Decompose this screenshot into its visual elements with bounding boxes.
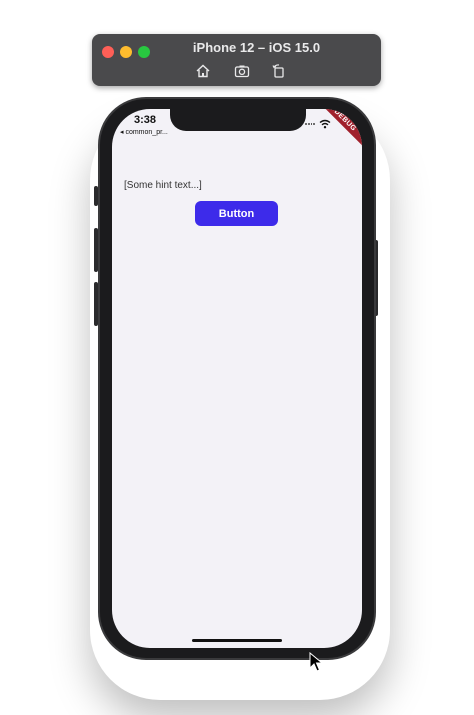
home-icon <box>196 64 210 78</box>
simulator-title-bar: iPhone 12 – iOS 15.0 <box>92 34 381 86</box>
hint-text: [Some hint text...] <box>124 180 202 191</box>
rotate-button[interactable] <box>270 62 288 80</box>
rotate-icon <box>272 64 284 78</box>
home-button[interactable] <box>194 62 212 80</box>
mouse-cursor-icon <box>309 652 323 672</box>
simulator-title: iPhone 12 – iOS 15.0 <box>192 40 321 55</box>
camera-icon <box>234 65 250 78</box>
status-time: 3:38 <box>134 114 157 126</box>
back-to-app-link[interactable]: ◂ common_pr... <box>120 128 168 136</box>
primary-button[interactable]: Button <box>195 201 278 226</box>
cellular-signal-icon <box>305 123 315 126</box>
phone-screen: 3:38 ◂ common_pr... DEBUG [Some hint tex… <box>112 109 362 648</box>
stage: iPhone 12 – iOS 15.0 3:38 ◂ common_pr...… <box>0 0 474 715</box>
home-indicator[interactable] <box>192 639 282 642</box>
notch <box>170 109 306 131</box>
wifi-icon <box>319 119 331 129</box>
screenshot-button[interactable] <box>233 62 251 80</box>
